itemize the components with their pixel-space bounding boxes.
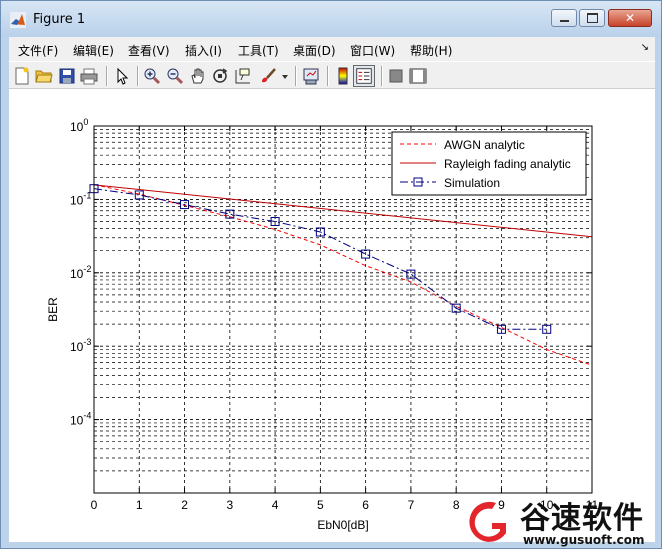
x-tick-label: 2 — [181, 498, 188, 512]
legend-label-1: Rayleigh fading analytic — [444, 157, 571, 171]
y-tick-label: 10-1 — [70, 190, 91, 207]
watermark-brand-name: 谷速软件 — [520, 501, 644, 536]
brush-icon[interactable] — [259, 67, 277, 85]
menu-desktop[interactable]: 桌面(D) — [293, 42, 336, 59]
matlab-icon — [10, 12, 26, 28]
x-tick-label: 7 — [408, 498, 415, 512]
insert-legend-icon[interactable] — [353, 65, 375, 87]
show-plot-tools-icon[interactable] — [409, 67, 427, 85]
ber-plot[interactable]: 0 1 2 3 4 5 6 7 8 9 10 1110010-110-210-310-4EbN0[dB… — [9, 89, 655, 542]
toolbar-separator — [295, 66, 297, 86]
open-file-icon[interactable] — [35, 67, 53, 85]
zoom-out-icon[interactable] — [166, 67, 184, 85]
menu-bar: 文件(F) 编辑(E) 查看(V) 插入(I) 工具(T) 桌面(D) 窗口(W… — [9, 37, 655, 61]
watermark-url: www.gusuoft.com — [523, 533, 645, 547]
minimize-icon — [559, 19, 569, 22]
zoom-in-icon[interactable] — [143, 67, 161, 85]
menu-help[interactable]: 帮助(H) — [410, 42, 452, 59]
x-tick-label: 0 — [91, 498, 98, 512]
menu-edit[interactable]: 编辑(E) — [73, 42, 114, 59]
menu-view[interactable]: 查看(V) — [128, 42, 170, 59]
toolbar-separator — [381, 66, 383, 86]
edit-plot-arrow-icon[interactable] — [113, 67, 131, 85]
hide-plot-tools-icon[interactable] — [387, 67, 405, 85]
legend-label-0: AWGN analytic — [444, 138, 525, 152]
menu-file[interactable]: 文件(F) — [18, 42, 58, 59]
close-button[interactable]: ✕ — [608, 9, 652, 27]
print-icon[interactable] — [80, 67, 98, 85]
toolbar-separator — [137, 66, 139, 86]
title-bar[interactable]: Figure 1 ✕ — [1, 1, 661, 37]
figure-window: Figure 1 ✕ 文件(F) 编辑(E) 查看(V) 插入(I) 工具(T)… — [0, 0, 662, 549]
x-tick-label: 5 — [317, 498, 324, 512]
toolbar-separator — [327, 66, 329, 86]
y-axis-label: BER — [46, 297, 60, 322]
x-tick-label: 1 — [136, 498, 143, 512]
x-tick-label: 8 — [453, 498, 460, 512]
insert-colorbar-icon[interactable] — [334, 67, 352, 85]
close-icon: ✕ — [624, 11, 636, 25]
new-figure-icon[interactable] — [13, 67, 31, 85]
menu-tools[interactable]: 工具(T) — [238, 42, 279, 59]
x-tick-label: 6 — [362, 498, 369, 512]
maximize-icon — [586, 13, 598, 23]
y-tick-label: 10-4 — [70, 411, 91, 428]
toolbar — [9, 61, 655, 89]
save-icon[interactable] — [58, 67, 76, 85]
rotate-3d-icon[interactable] — [211, 67, 229, 85]
brush-dropdown-icon[interactable] — [281, 67, 289, 85]
y-tick-label: 10-2 — [70, 264, 91, 281]
legend-label-2: Simulation — [444, 176, 500, 190]
menu-window[interactable]: 窗口(W) — [350, 42, 395, 59]
x-axis-label: EbN0[dB] — [317, 518, 368, 532]
minimize-button[interactable] — [551, 9, 577, 27]
toolbar-separator — [106, 66, 108, 86]
y-tick-label: 10-3 — [70, 337, 91, 354]
dock-arrow-icon[interactable]: ↘ — [641, 42, 649, 53]
pan-hand-icon[interactable] — [189, 67, 207, 85]
link-plot-icon[interactable] — [302, 67, 320, 85]
y-tick-label: 100 — [70, 117, 88, 134]
window-title: Figure 1 — [33, 12, 86, 27]
x-tick-label: 4 — [272, 498, 279, 512]
maximize-button[interactable] — [579, 9, 605, 27]
figure-canvas[interactable]: 0 1 2 3 4 5 6 7 8 9 10 11 100 10-1 10-2 10-3 10-4 EbN0[dB… — [9, 89, 655, 542]
data-cursor-icon[interactable] — [234, 67, 252, 85]
x-tick-label: 3 — [226, 498, 233, 512]
menu-insert[interactable]: 插入(I) — [185, 42, 222, 59]
